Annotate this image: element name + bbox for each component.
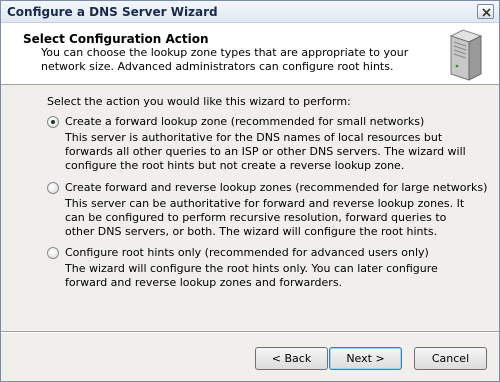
page-description: You can choose the lookup zone types tha… — [41, 46, 409, 73]
option-label[interactable]: Create forward and reverse lookup zones … — [65, 181, 487, 194]
footer-divider — [1, 331, 499, 333]
back-button[interactable]: < Back — [255, 347, 328, 370]
page-title: Select Configuration Action — [23, 32, 209, 46]
prompt-text: Select the action you would like this wi… — [47, 95, 351, 108]
close-icon — [482, 8, 491, 17]
cancel-button[interactable]: Cancel — [414, 347, 487, 370]
wizard-body: Select the action you would like this wi… — [1, 86, 499, 326]
option-description: This server can be authoritative for for… — [65, 197, 465, 238]
radio-forward-lookup-zone[interactable] — [47, 116, 59, 128]
option-description: The wizard will configure the root hints… — [65, 262, 438, 289]
window-title: Configure a DNS Server Wizard — [7, 5, 218, 19]
wizard-header: Select Configuration Action You can choo… — [1, 23, 499, 85]
close-button[interactable] — [477, 4, 494, 19]
option-label[interactable]: Create a forward lookup zone (recommende… — [65, 115, 424, 128]
option-description: This server is authoritative for the DNS… — [65, 131, 466, 172]
radio-selected-dot — [51, 120, 55, 124]
server-icon — [449, 29, 483, 81]
title-bar: Configure a DNS Server Wizard — [1, 1, 499, 23]
radio-forward-and-reverse-zones[interactable] — [47, 182, 59, 194]
radio-root-hints-only[interactable] — [47, 247, 59, 259]
next-button[interactable]: Next > — [329, 347, 402, 370]
option-label[interactable]: Configure root hints only (recommended f… — [65, 246, 429, 259]
wizard-window: Configure a DNS Server Wizard Select Con… — [0, 0, 500, 382]
